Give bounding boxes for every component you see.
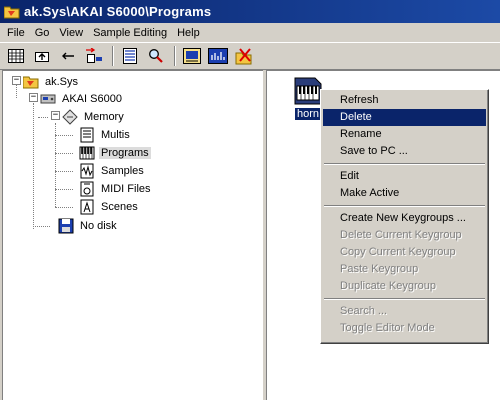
scene-icon: [79, 199, 95, 215]
menu-separator: [324, 163, 485, 165]
back-button[interactable]: [56, 45, 79, 67]
tree-item-scenes[interactable]: Scenes: [79, 198, 140, 215]
menu-help[interactable]: Help: [172, 27, 205, 39]
tree-line: [38, 117, 48, 118]
collapse-toggle[interactable]: −: [29, 93, 38, 102]
tree-item-device[interactable]: AKAI S6000: [40, 90, 124, 107]
up-folder-button[interactable]: [30, 45, 53, 67]
tree-item-label: AKAI S6000: [62, 92, 122, 105]
context-menu-item-save-to-pc[interactable]: Save to PC ...: [323, 143, 486, 160]
context-menu-item-edit[interactable]: Edit: [323, 168, 486, 185]
tree-item-label: Samples: [101, 164, 144, 177]
up-folder-icon: [34, 52, 49, 62]
context-menu-item-copy-current-keygroup: Copy Current Keygroup: [340, 246, 456, 258]
toolbar-separator: [174, 46, 176, 66]
folder-icon: [22, 74, 39, 90]
tree-line: [55, 189, 73, 190]
tree-item-memory[interactable]: Memory: [62, 108, 126, 125]
folder-icon: [3, 5, 20, 19]
menu-separator: [324, 205, 485, 207]
context-menu-item-refresh[interactable]: Refresh: [323, 92, 486, 109]
memory-chip-icon: [62, 108, 78, 125]
tree-item-label: Scenes: [101, 200, 138, 213]
menu-view[interactable]: View: [54, 27, 88, 39]
toolbar: [0, 42, 500, 70]
tree-item-no-disk[interactable]: No disk: [58, 217, 119, 234]
tree-line: [55, 207, 73, 208]
title-bar[interactable]: ak.Sys\AKAI S6000\Programs: [0, 0, 500, 23]
find-button[interactable]: [144, 45, 167, 67]
tree-item-label: Multis: [101, 128, 130, 141]
tree-item-root[interactable]: ak.Sys: [22, 73, 80, 90]
tree-item-label: MIDI Files: [101, 182, 151, 195]
tree-line: [55, 171, 73, 172]
tree-line: [55, 135, 73, 136]
context-menu-item-paste-keygroup: Paste Keygroup: [340, 263, 419, 275]
grid-view-icon: [7, 49, 24, 63]
context-menu-item-make-active[interactable]: Make Active: [323, 185, 486, 202]
context-menu-item-duplicate-keygroup: Duplicate Keygroup: [340, 280, 437, 292]
context-menu-item-rename[interactable]: Rename: [323, 126, 486, 143]
tree-line: [55, 153, 73, 154]
multi-icon: [79, 127, 95, 143]
details-list-icon: [122, 48, 137, 64]
context-menu-item-search: Search ...: [340, 305, 388, 317]
disconnect-button[interactable]: [232, 45, 255, 67]
tree-line: [33, 226, 50, 227]
menu-go[interactable]: Go: [30, 27, 55, 39]
details-button[interactable]: [118, 45, 141, 67]
program-keyboard-icon: [293, 76, 323, 106]
context-menu-item-toggle-editor-mode: Toggle Editor Mode: [340, 322, 435, 334]
midi-icon: [79, 181, 95, 197]
keyboard-icon: [79, 145, 95, 161]
collapse-toggle[interactable]: −: [51, 111, 60, 120]
tree-item-programs[interactable]: Programs: [79, 144, 151, 161]
menu-sample-editing[interactable]: Sample Editing: [88, 27, 172, 39]
editor-button[interactable]: [180, 45, 203, 67]
editor-icon: [182, 48, 201, 64]
tree-item-label: Programs: [99, 146, 151, 159]
folder-tree-pane[interactable]: − − − ak.Sys AKAI S6000 Memory Multis Pr…: [2, 70, 263, 400]
tree-line: [33, 103, 34, 229]
collapse-toggle[interactable]: −: [12, 76, 21, 85]
menu-separator: [324, 298, 485, 300]
menu-bar: File Go View Sample Editing Help: [0, 23, 500, 42]
magnifier-icon: [148, 49, 163, 63]
window-title: ak.Sys\AKAI S6000\Programs: [24, 4, 212, 19]
view-list-button[interactable]: [4, 45, 27, 67]
back-arrow-icon: [61, 52, 74, 60]
context-menu: Refresh Delete Rename Save to PC ... Edit Mak…: [320, 89, 489, 344]
context-menu-item-delete-current-keygroup: Delete Current Keygroup: [340, 229, 462, 241]
disconnect-icon: [235, 48, 251, 65]
menu-file[interactable]: File: [2, 27, 30, 39]
connect-button[interactable]: [82, 45, 105, 67]
sampler-device-icon: [40, 91, 56, 107]
level-meter-icon: [207, 48, 228, 64]
tree-line: [16, 85, 17, 98]
tree-item-label: Memory: [84, 110, 124, 123]
file-label: horn: [293, 107, 323, 121]
toolbar-separator: [112, 46, 114, 66]
tree-item-label: ak.Sys: [45, 75, 79, 88]
tree-item-samples[interactable]: Samples: [79, 162, 146, 179]
meter-button[interactable]: [206, 45, 229, 67]
tree-item-label: No disk: [80, 219, 117, 232]
context-menu-item-create-new-keygroups[interactable]: Create New Keygroups ...: [323, 210, 486, 227]
floppy-disk-icon: [58, 218, 74, 234]
sample-waveform-icon: [79, 163, 95, 179]
connect-icon: [85, 48, 102, 63]
tree-item-midi-files[interactable]: MIDI Files: [79, 180, 153, 197]
context-menu-item-delete[interactable]: Delete: [323, 109, 486, 126]
tree-item-multis[interactable]: Multis: [79, 126, 132, 143]
